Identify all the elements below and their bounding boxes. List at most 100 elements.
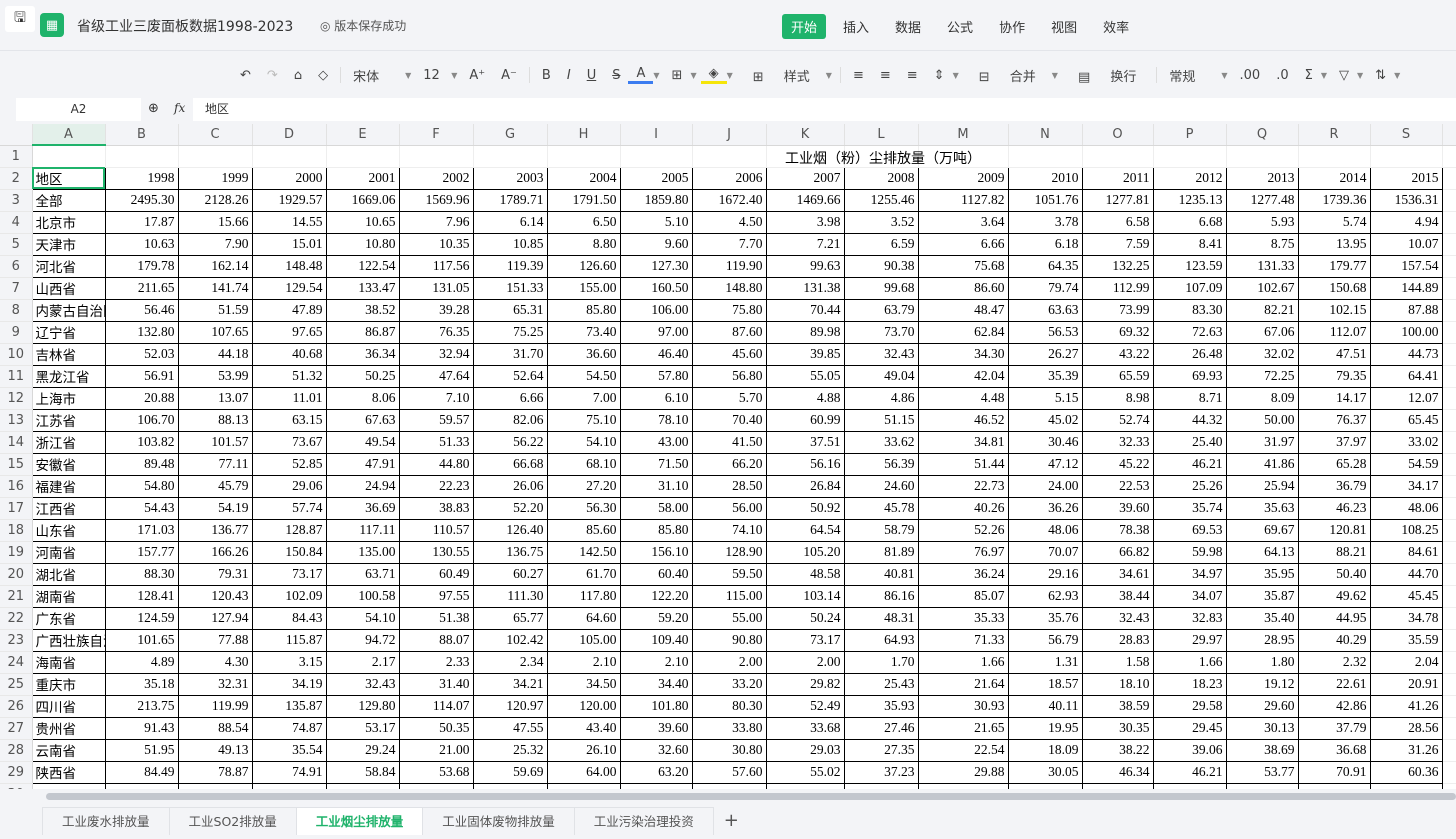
value-cell[interactable]: 5.10 [619,210,693,234]
cell[interactable] [1298,145,1371,168]
value-cell[interactable]: 29.03 [765,738,845,762]
value-cell[interactable]: 1127.82 [917,188,1009,212]
value-cell[interactable]: 31.26 [1369,738,1443,762]
value-cell[interactable]: 71.33 [917,628,1009,652]
value-cell[interactable]: 26.06 [472,474,548,498]
cell[interactable] [1442,761,1456,784]
value-cell[interactable]: 28.50 [691,474,767,498]
value-cell[interactable]: 39.60 [1081,496,1154,520]
value-cell[interactable]: 213.75 [104,694,179,718]
value-cell[interactable]: 4.50 [691,210,767,234]
spreadsheet-grid[interactable]: A B C D E F G H I J K L M N O P Q R S 1 2 地区 1998 1999 2000 2001 2… [0,124,1456,789]
value-cell[interactable]: 40.29 [1297,628,1371,652]
row-header[interactable]: 12 [0,387,33,410]
value-cell[interactable]: 10.63 [104,232,179,256]
value-cell[interactable]: 45.22 [1081,452,1154,476]
value-cell[interactable]: 49.54 [325,430,400,454]
value-cell[interactable]: 54.19 [177,496,253,520]
value-cell[interactable]: 25.40 [1152,430,1227,454]
value-cell[interactable]: 32.43 [1081,606,1154,630]
value-cell[interactable]: 75.68 [917,254,1009,278]
value-cell[interactable]: 52.74 [1081,408,1154,432]
style-button[interactable]: ⊞ 样式 [737,66,826,85]
value-cell[interactable]: 64.41 [1369,364,1443,388]
value-cell[interactable]: 56.16 [765,452,845,476]
value-cell[interactable]: 8.98 [1081,386,1154,410]
value-cell[interactable]: 89.48 [104,452,179,476]
value-cell[interactable]: 18.57 [1007,672,1083,696]
cell[interactable] [692,145,767,168]
value-cell[interactable]: 35.74 [1152,496,1227,520]
row-header[interactable]: 5 [0,233,33,256]
header-cell-year[interactable]: 2008 [843,166,919,190]
value-cell[interactable]: 144.89 [1369,276,1443,300]
value-cell[interactable]: 5.70 [691,386,767,410]
value-cell[interactable]: 1235.13 [1152,188,1227,212]
cell[interactable] [1153,145,1227,168]
value-cell[interactable]: 29.88 [917,760,1009,784]
value-cell[interactable]: 81.89 [843,540,919,564]
value-cell[interactable]: 34.50 [546,672,621,696]
value-cell[interactable]: 1277.81 [1081,188,1154,212]
value-cell[interactable]: 32.94 [398,342,474,366]
value-cell[interactable]: 122.54 [325,254,400,278]
value-cell[interactable]: 29.58 [1152,694,1227,718]
value-cell[interactable]: 65.31 [472,298,548,322]
value-cell[interactable]: 63.20 [619,760,693,784]
value-cell[interactable]: 10.65 [325,210,400,234]
region-cell[interactable]: 内蒙古自治区 [31,298,106,322]
value-cell[interactable]: 1536.31 [1369,188,1443,212]
value-cell[interactable]: 30.80 [691,738,767,762]
value-cell[interactable]: 56.79 [1007,628,1083,652]
value-cell[interactable]: 14.17 [1297,386,1371,410]
value-cell[interactable]: 85.60 [546,518,621,542]
cell[interactable] [1442,563,1456,586]
value-cell[interactable]: 20.88 [104,386,179,410]
cell[interactable] [32,145,106,168]
header-cell-year[interactable]: 2002 [398,166,474,190]
value-cell[interactable]: 10.85 [472,232,548,256]
value-cell[interactable]: 120.43 [177,584,253,608]
value-cell[interactable]: 166.26 [177,540,253,564]
value-cell[interactable]: 7.70 [691,232,767,256]
value-cell[interactable]: 120.97 [472,694,548,718]
align-left-icon[interactable]: ≡ [845,68,872,83]
value-cell[interactable]: 60.40 [619,562,693,586]
value-cell[interactable]: 31.97 [1225,430,1299,454]
value-cell[interactable]: 65.77 [472,606,548,630]
column-header-E[interactable]: E [326,124,400,146]
value-cell[interactable]: 38.52 [325,298,400,322]
value-cell[interactable]: 8.80 [546,232,621,256]
value-cell[interactable]: 67.63 [325,408,400,432]
value-cell[interactable]: 54.50 [546,364,621,388]
row-header[interactable]: 25 [0,673,33,696]
value-cell[interactable]: 7.10 [398,386,474,410]
value-cell[interactable]: 69.93 [1152,364,1227,388]
value-cell[interactable]: 57.74 [251,496,327,520]
row-header[interactable]: 24 [0,651,33,674]
row-header[interactable]: 17 [0,497,33,520]
value-cell[interactable]: 2495.30 [104,188,179,212]
value-cell[interactable]: 135.87 [251,694,327,718]
value-cell[interactable]: 45.78 [843,496,919,520]
value-cell[interactable]: 117.11 [325,518,400,542]
value-cell[interactable]: 60.49 [398,562,474,586]
value-cell[interactable]: 35.59 [1369,628,1443,652]
cell[interactable] [1442,497,1456,520]
value-cell[interactable]: 150.84 [251,540,327,564]
region-cell[interactable]: 福建省 [31,474,106,498]
value-cell[interactable]: 128.87 [251,518,327,542]
region-cell[interactable]: 江西省 [31,496,106,520]
header-cell-year[interactable]: 1998 [104,166,179,190]
cell[interactable] [547,145,621,168]
value-cell[interactable]: 88.21 [1297,540,1371,564]
value-cell[interactable]: 43.40 [546,716,621,740]
cell[interactable] [1442,673,1456,696]
value-cell[interactable]: 97.65 [251,320,327,344]
value-cell[interactable]: 102.09 [251,584,327,608]
region-cell[interactable]: 吉林省 [31,342,106,366]
value-cell[interactable]: 75.10 [546,408,621,432]
value-cell[interactable]: 19.12 [1225,672,1299,696]
value-cell[interactable]: 31.10 [619,474,693,498]
value-cell[interactable]: 60.27 [472,562,548,586]
